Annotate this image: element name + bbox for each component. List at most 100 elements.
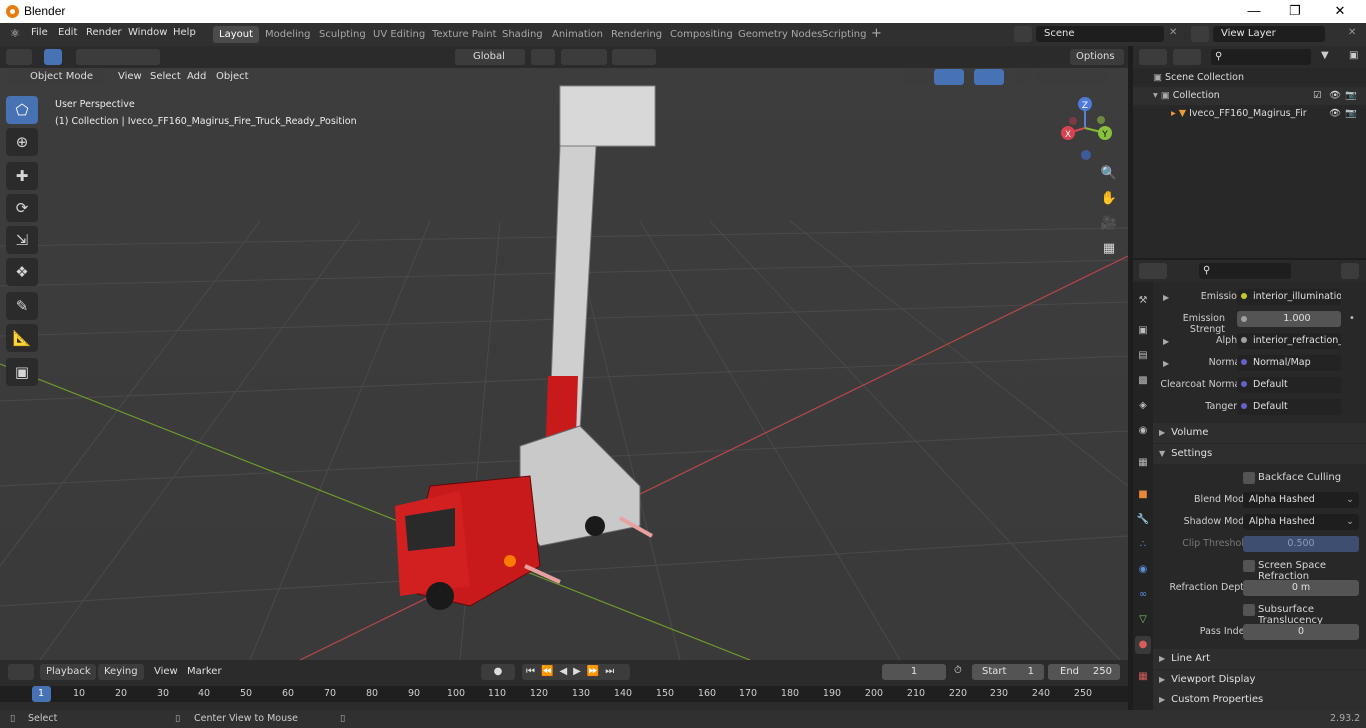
emission-strength-keyframe-icon[interactable]: •: [1349, 313, 1355, 324]
tangent-input[interactable]: Default: [1237, 399, 1341, 415]
material-tab-icon[interactable]: ●: [1135, 636, 1151, 654]
alpha-input[interactable]: interior_refraction_in...: [1237, 333, 1341, 349]
start-frame-input[interactable]: Start 1: [972, 664, 1044, 680]
constraints-tab-icon[interactable]: ∞: [1135, 586, 1151, 604]
object-data-tab-icon[interactable]: ▽: [1135, 611, 1151, 629]
viewport-menu-object[interactable]: Object: [216, 71, 249, 82]
physics-tab-icon[interactable]: ◉: [1135, 561, 1151, 579]
collection-eye-icon[interactable]: 👁: [1329, 87, 1341, 105]
rotate-tool-icon[interactable]: ⟳: [6, 194, 38, 222]
custom-properties-panel-header[interactable]: ▶ Custom Properties: [1153, 690, 1366, 710]
view-layer-tab-icon[interactable]: ▩: [1135, 372, 1151, 390]
output-tab-icon[interactable]: ▤: [1135, 347, 1151, 365]
refraction-depth-input[interactable]: 0 m: [1243, 580, 1359, 596]
tab-modeling[interactable]: Modeling: [259, 26, 317, 43]
timeline-menu-marker[interactable]: Marker: [187, 666, 222, 677]
current-frame-input[interactable]: 1: [882, 664, 946, 680]
outliner-row-truck-object[interactable]: ▸ ▼ Iveco_FF160_Magirus_Fir 👁 📷: [1133, 105, 1366, 123]
render-tab-icon[interactable]: ▣: [1135, 322, 1151, 340]
collection-tab-icon[interactable]: ▦: [1135, 454, 1151, 472]
end-frame-input[interactable]: End 250: [1048, 664, 1120, 680]
object-mode-dropdown[interactable]: Object Mode: [8, 69, 106, 85]
tab-animation[interactable]: Animation: [546, 26, 609, 43]
add-workspace-icon[interactable]: +: [871, 26, 882, 41]
view-layer-selector-icon[interactable]: [1191, 26, 1209, 42]
tab-shading[interactable]: Shading: [496, 26, 549, 43]
visibility-filter-icon[interactable]: [903, 69, 927, 85]
shading-mode-icons[interactable]: [1036, 69, 1108, 85]
collection-checkbox-icon[interactable]: ☑: [1313, 87, 1322, 105]
add-cube-tool-icon[interactable]: ▣: [6, 358, 38, 386]
new-collection-icon[interactable]: ▣: [1349, 50, 1358, 61]
outliner-search-input[interactable]: ⚲: [1211, 49, 1311, 65]
tab-scripting[interactable]: Scripting: [816, 26, 872, 43]
viewport-menu-view[interactable]: View: [118, 71, 142, 82]
emission-strength-input[interactable]: 1.000: [1237, 311, 1341, 327]
menu-edit[interactable]: Edit: [58, 27, 77, 38]
transform-tool-icon[interactable]: ❖: [6, 258, 38, 286]
outliner-row-collection[interactable]: ▾ ▣ Collection ☑ 👁 📷: [1133, 87, 1366, 105]
timeline-menu-view[interactable]: View: [154, 666, 178, 677]
measure-tool-icon[interactable]: 📐: [6, 324, 38, 352]
object-tab-icon[interactable]: ■: [1135, 486, 1151, 504]
blend-mode-dropdown[interactable]: Alpha Hashed ⌄: [1243, 492, 1359, 508]
tab-sculpting[interactable]: Sculpting: [313, 26, 372, 43]
menu-help[interactable]: Help: [173, 27, 196, 38]
select-tool-icon[interactable]: [44, 49, 62, 65]
zoom-icon[interactable]: 🔍: [1098, 163, 1120, 185]
close-icon[interactable]: ✕: [1326, 2, 1354, 20]
outliner-row-scene-collection[interactable]: ▣ Scene Collection: [1133, 69, 1366, 87]
select-box-tool-icon[interactable]: ⬠: [6, 96, 38, 124]
maximize-icon[interactable]: ❐: [1281, 2, 1309, 20]
view-layer-remove-icon[interactable]: ✕: [1348, 27, 1356, 38]
emission-input[interactable]: interior_illumination...: [1237, 289, 1341, 305]
playback-controls[interactable]: ⏮⏪◀▶⏩⏭: [522, 664, 630, 680]
timeline-editor-type-icon[interactable]: [8, 664, 34, 680]
camera-view-icon[interactable]: 🎥: [1098, 213, 1120, 235]
navigation-gizmo[interactable]: Z X Y: [1055, 96, 1119, 164]
ssr-checkbox[interactable]: [1243, 560, 1255, 572]
line-art-panel-header[interactable]: ▶ Line Art: [1153, 649, 1366, 669]
menu-window[interactable]: Window: [128, 27, 167, 38]
scene-name-field[interactable]: Scene: [1036, 26, 1164, 42]
gizmo-toggle-icon[interactable]: [934, 69, 964, 85]
clearcoat-normal-input[interactable]: Default: [1237, 377, 1341, 393]
blender-menu-icon[interactable]: ⚛: [10, 27, 20, 40]
select-mode-icons[interactable]: [76, 49, 160, 65]
move-tool-icon[interactable]: ✚: [6, 162, 38, 190]
texture-tab-icon[interactable]: ▦: [1135, 668, 1151, 686]
tab-layout[interactable]: Layout: [213, 26, 259, 43]
cursor-tool-icon[interactable]: ⊕: [6, 128, 38, 156]
clip-threshold-slider[interactable]: 0.500: [1243, 536, 1359, 552]
tab-geometry-nodes[interactable]: Geometry Nodes: [732, 26, 828, 43]
properties-editor-type-icon[interactable]: [1139, 263, 1167, 279]
overlays-toggle-icon[interactable]: [974, 69, 1004, 85]
tab-compositing[interactable]: Compositing: [664, 26, 739, 43]
tool-tab-icon[interactable]: ⚒: [1135, 292, 1151, 310]
scene-tab-icon[interactable]: ◈: [1135, 397, 1151, 415]
menu-file[interactable]: File: [31, 27, 48, 38]
proportional-editing-icon[interactable]: [612, 49, 656, 65]
backface-culling-checkbox[interactable]: [1243, 472, 1255, 484]
properties-search-input[interactable]: ⚲: [1199, 263, 1291, 279]
shadow-mode-dropdown[interactable]: Alpha Hashed ⌄: [1243, 514, 1359, 530]
keying-dropdown[interactable]: Keying: [98, 664, 144, 680]
outliner-editor-type-icon[interactable]: [1139, 49, 1167, 65]
menu-render[interactable]: Render: [86, 27, 122, 38]
world-tab-icon[interactable]: ◉: [1135, 422, 1151, 440]
normal-input[interactable]: Normal/Map: [1237, 355, 1341, 371]
record-icon[interactable]: ●: [481, 664, 515, 680]
timeline-ruler[interactable]: 1 10 20 30 40 50 60 70 80 90 100 110 120…: [0, 686, 1128, 702]
subsurface-checkbox[interactable]: [1243, 604, 1255, 616]
options-button[interactable]: Options: [1070, 49, 1124, 65]
pivot-point-icon[interactable]: [531, 49, 555, 65]
modifier-tab-icon[interactable]: 🔧: [1135, 511, 1151, 529]
object-eye-icon[interactable]: 👁: [1329, 105, 1341, 123]
viewport-menu-add[interactable]: Add: [187, 71, 206, 82]
scale-tool-icon[interactable]: ⇲: [6, 226, 38, 254]
volume-panel-header[interactable]: ▶ Volume: [1153, 423, 1366, 443]
orientation-dropdown[interactable]: Global: [455, 49, 525, 65]
outliner-display-mode-icon[interactable]: [1173, 49, 1201, 65]
editor-type-icon[interactable]: [6, 49, 32, 65]
settings-panel-header[interactable]: ▼ Settings: [1153, 444, 1366, 464]
